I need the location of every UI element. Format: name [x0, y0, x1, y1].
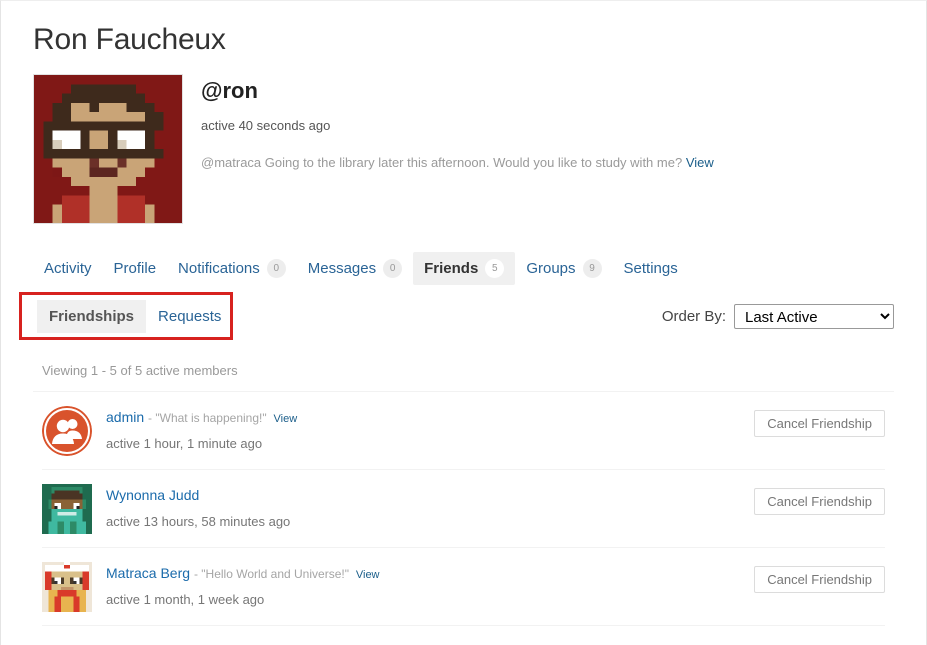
- subnav-item-requests[interactable]: Requests: [146, 300, 233, 333]
- tab-notifications-badge: 0: [266, 259, 286, 278]
- member-last-active: active 13 hours, 58 minutes ago: [106, 513, 291, 529]
- member-name-line: Wynonna Judd: [106, 486, 754, 505]
- tab-activity[interactable]: Activity: [33, 253, 103, 284]
- tab-messages-label: Messages: [307, 260, 377, 277]
- matraca-berg-pixel-avatar[interactable]: [42, 562, 92, 612]
- member-name-link[interactable]: Wynonna Judd: [106, 487, 199, 503]
- member-info: Matraca Berg - "Hello World and Universe…: [106, 562, 754, 607]
- tab-profile-label: Profile: [113, 260, 157, 277]
- member-quote: - "What is happening!": [148, 411, 267, 425]
- latest-update-text: @matraca Going to the library later this…: [201, 155, 683, 171]
- member-quote: - "Hello World and Universe!": [193, 567, 349, 581]
- table-row: Matraca Berg - "Hello World and Universe…: [42, 548, 885, 626]
- member-info: Wynonna Judd active 13 hours, 58 minutes…: [106, 484, 754, 529]
- member-action: Cancel Friendship: [754, 562, 885, 593]
- friends-subnav-row: Friendships Requests Order By: Last Acti…: [19, 292, 894, 340]
- page-inner: Ron Faucheux @ron active 40 seconds ago …: [1, 1, 926, 626]
- tab-messages[interactable]: Messages 0: [297, 252, 413, 285]
- profile-page: Ron Faucheux @ron active 40 seconds ago …: [0, 0, 927, 645]
- member-name-link[interactable]: admin: [106, 409, 144, 425]
- member-info: admin - "What is happening!" View active…: [106, 406, 754, 451]
- tab-groups-badge: 9: [582, 259, 602, 278]
- cancel-friendship-button[interactable]: Cancel Friendship: [754, 488, 885, 515]
- table-row: admin - "What is happening!" View active…: [42, 392, 885, 470]
- member-name-line: admin - "What is happening!" View: [106, 408, 754, 427]
- subnav-item-friendships[interactable]: Friendships: [37, 299, 147, 333]
- latest-update-view-link[interactable]: View: [686, 155, 714, 170]
- table-row: Wynonna Judd active 13 hours, 58 minutes…: [42, 470, 885, 548]
- member-name-line: Matraca Berg - "Hello World and Universe…: [106, 564, 754, 583]
- tab-messages-badge: 0: [383, 259, 403, 278]
- profile-latest-update: @matraca Going to the library later this…: [201, 155, 894, 170]
- tab-notifications[interactable]: Notifications 0: [167, 252, 297, 285]
- member-action: Cancel Friendship: [754, 484, 885, 515]
- member-last-active: active 1 month, 1 week ago: [106, 591, 265, 607]
- profile-nav-tabs: Activity Profile Notifications 0 Message…: [33, 252, 894, 285]
- tab-friends[interactable]: Friends 5: [413, 252, 516, 285]
- tab-settings-label: Settings: [623, 260, 678, 277]
- member-view-link[interactable]: View: [274, 413, 298, 425]
- viewing-count: Viewing 1 - 5 of 5 active members: [42, 363, 238, 378]
- member-view-link[interactable]: View: [356, 569, 380, 581]
- tab-friends-label: Friends: [424, 260, 479, 277]
- tab-notifications-label: Notifications: [178, 260, 260, 277]
- tab-profile[interactable]: Profile: [103, 253, 168, 284]
- wynonna-judd-pixel-avatar[interactable]: [42, 484, 92, 534]
- tab-activity-label: Activity: [44, 260, 92, 277]
- page-title: Ron Faucheux: [33, 23, 226, 56]
- tab-groups-label: Groups: [526, 260, 576, 277]
- friends-subnav: Friendships Requests: [19, 292, 233, 340]
- friends-list: admin - "What is happening!" View active…: [33, 391, 894, 626]
- profile-meta: @ron active 40 seconds ago @matraca Goin…: [201, 74, 894, 170]
- order-by-label: Order By:: [661, 307, 726, 325]
- ron-pixel-avatar: [33, 74, 183, 224]
- admin-users-icon-avatar[interactable]: [42, 406, 92, 456]
- cancel-friendship-button[interactable]: Cancel Friendship: [754, 410, 885, 437]
- order-by-group: Order By: Last Active Newest Registered …: [661, 303, 894, 329]
- order-by-select[interactable]: Last Active Newest Registered Alphabetic…: [734, 303, 894, 329]
- member-name-link[interactable]: Matraca Berg: [106, 565, 190, 581]
- profile-last-active: active 40 seconds ago: [201, 118, 331, 134]
- tab-groups[interactable]: Groups 9: [515, 252, 612, 285]
- member-last-active: active 1 hour, 1 minute ago: [106, 435, 263, 451]
- member-action: Cancel Friendship: [754, 406, 885, 437]
- tab-settings[interactable]: Settings: [613, 253, 689, 284]
- tab-friends-badge: 5: [485, 259, 505, 278]
- profile-handle: @ron: [201, 78, 258, 103]
- cancel-friendship-button[interactable]: Cancel Friendship: [754, 566, 885, 593]
- profile-header: @ron active 40 seconds ago @matraca Goin…: [33, 74, 894, 224]
